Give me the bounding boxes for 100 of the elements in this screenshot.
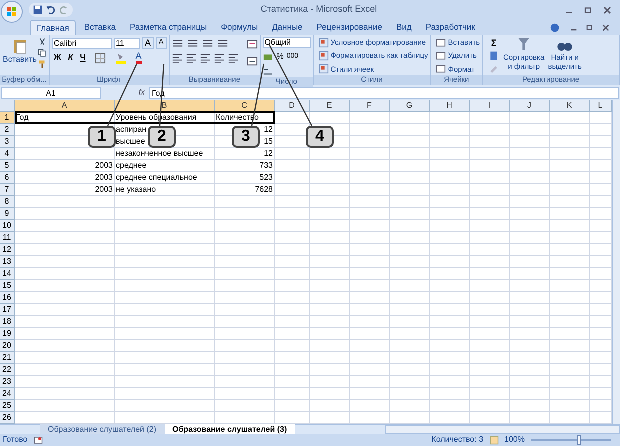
- cells-icon[interactable]: [436, 50, 446, 61]
- row-header[interactable]: 24: [0, 388, 15, 400]
- ribbon-tab[interactable]: Данные: [266, 20, 309, 35]
- column-header[interactable]: J: [510, 100, 550, 112]
- vertical-scrollbar[interactable]: [612, 100, 620, 424]
- row-header[interactable]: 13: [0, 256, 15, 268]
- style-icon[interactable]: [318, 50, 329, 61]
- column-header[interactable]: L: [590, 100, 612, 112]
- format-painter-icon[interactable]: [38, 60, 47, 69]
- row-header[interactable]: 4: [0, 148, 15, 160]
- align-left-icon[interactable]: [172, 53, 183, 64]
- row-header[interactable]: 17: [0, 304, 15, 316]
- row-header[interactable]: 11: [0, 232, 15, 244]
- ribbon-tab[interactable]: Вставка: [78, 20, 122, 35]
- font-color-button[interactable]: A: [136, 52, 142, 64]
- align-center-icon[interactable]: [186, 53, 197, 64]
- row-header[interactable]: 14: [0, 268, 15, 280]
- row-header[interactable]: 16: [0, 292, 15, 304]
- zoom-slider-thumb[interactable]: [576, 435, 581, 445]
- align-right-icon[interactable]: [200, 53, 211, 64]
- fill-icon[interactable]: [489, 51, 500, 61]
- column-header[interactable]: F: [350, 100, 390, 112]
- column-header[interactable]: K: [550, 100, 590, 112]
- ribbon-tab[interactable]: Формулы: [215, 20, 264, 35]
- orientation-icon[interactable]: [216, 38, 229, 49]
- paste-button[interactable]: Вставить: [3, 56, 37, 64]
- align-top-icon[interactable]: [172, 38, 184, 49]
- close-icon[interactable]: [603, 6, 612, 14]
- name-box[interactable]: A1: [1, 86, 101, 98]
- row-header[interactable]: 25: [0, 400, 15, 412]
- autosum-button[interactable]: Σ: [489, 38, 500, 48]
- ribbon-tab[interactable]: Разработчик: [420, 20, 482, 35]
- column-header[interactable]: E: [310, 100, 350, 112]
- horizontal-scrollbar[interactable]: [385, 425, 620, 434]
- ribbon-tab[interactable]: Разметка страницы: [124, 20, 214, 35]
- align-middle-icon[interactable]: [186, 38, 199, 49]
- increase-indent-icon[interactable]: [228, 53, 239, 64]
- column-header[interactable]: C: [215, 100, 275, 112]
- row-header[interactable]: 3: [0, 136, 15, 148]
- help-icon[interactable]: [550, 23, 560, 33]
- sheet-tab[interactable]: Образование слушателей (3): [164, 424, 296, 434]
- percent-button[interactable]: %: [276, 51, 284, 63]
- ribbon-tab[interactable]: Главная: [30, 20, 76, 35]
- sheet-tab[interactable]: Образование слушателей (2): [40, 424, 165, 434]
- row-header[interactable]: 6: [0, 172, 15, 184]
- macro-record-icon[interactable]: [34, 436, 43, 444]
- ribbon-tab[interactable]: Рецензирование: [310, 20, 388, 35]
- column-header[interactable]: I: [470, 100, 510, 112]
- bold-button[interactable]: Ж: [52, 52, 64, 64]
- ribbon-tab[interactable]: Вид: [390, 20, 418, 35]
- close-icon[interactable]: [602, 24, 610, 32]
- restore-icon[interactable]: [584, 6, 593, 14]
- row-header[interactable]: 18: [0, 316, 15, 328]
- copy-icon[interactable]: [38, 49, 47, 58]
- underline-button[interactable]: Ч: [78, 52, 88, 64]
- cut-icon[interactable]: [38, 38, 47, 47]
- merge-cells-icon[interactable]: [246, 56, 258, 67]
- align-bottom-icon[interactable]: [202, 38, 214, 49]
- row-header[interactable]: 23: [0, 376, 15, 388]
- row-header[interactable]: 5: [0, 160, 15, 172]
- decimal-icon[interactable]: [262, 66, 274, 77]
- font-name-field[interactable]: Calibri: [52, 38, 112, 48]
- row-header[interactable]: 15: [0, 280, 15, 292]
- column-header[interactable]: D: [275, 100, 310, 112]
- cells-icon[interactable]: [436, 64, 446, 74]
- paste-icon[interactable]: [11, 37, 29, 55]
- number-format-field[interactable]: Общий: [262, 37, 311, 48]
- style-icon[interactable]: [318, 64, 329, 74]
- font-size-field[interactable]: 11: [114, 38, 140, 48]
- table-cell: [310, 304, 350, 316]
- column-header[interactable]: G: [390, 100, 430, 112]
- wrap-text-icon[interactable]: [246, 39, 258, 50]
- row-header[interactable]: 1: [0, 112, 15, 124]
- decrease-indent-icon[interactable]: [214, 53, 225, 64]
- row-header[interactable]: 2: [0, 124, 15, 136]
- cells-icon[interactable]: [436, 38, 446, 48]
- row-header[interactable]: 12: [0, 244, 15, 256]
- undo-icon[interactable]: [46, 5, 56, 15]
- row-header[interactable]: 8: [0, 196, 15, 208]
- row-header[interactable]: 7: [0, 184, 15, 196]
- column-header[interactable]: A: [15, 100, 115, 112]
- italic-button[interactable]: К: [66, 52, 76, 64]
- table-cell: [550, 280, 590, 292]
- table-cell: [470, 316, 510, 328]
- save-icon[interactable]: [33, 5, 43, 15]
- row-header[interactable]: 9: [0, 208, 15, 220]
- row-header[interactable]: 21: [0, 352, 15, 364]
- row-header[interactable]: 26: [0, 412, 15, 424]
- row-header[interactable]: 10: [0, 220, 15, 232]
- table-cell: [510, 340, 550, 352]
- row-header[interactable]: 19: [0, 328, 15, 340]
- restore-icon[interactable]: [586, 24, 594, 32]
- table-cell: [470, 256, 510, 268]
- borders-icon[interactable]: [94, 52, 106, 64]
- style-icon[interactable]: [318, 38, 329, 48]
- fill-color-icon[interactable]: [114, 52, 127, 64]
- row-header[interactable]: 22: [0, 364, 15, 376]
- row-header[interactable]: 20: [0, 340, 15, 352]
- column-header[interactable]: H: [430, 100, 470, 112]
- grow-font-button[interactable]: A: [142, 37, 154, 49]
